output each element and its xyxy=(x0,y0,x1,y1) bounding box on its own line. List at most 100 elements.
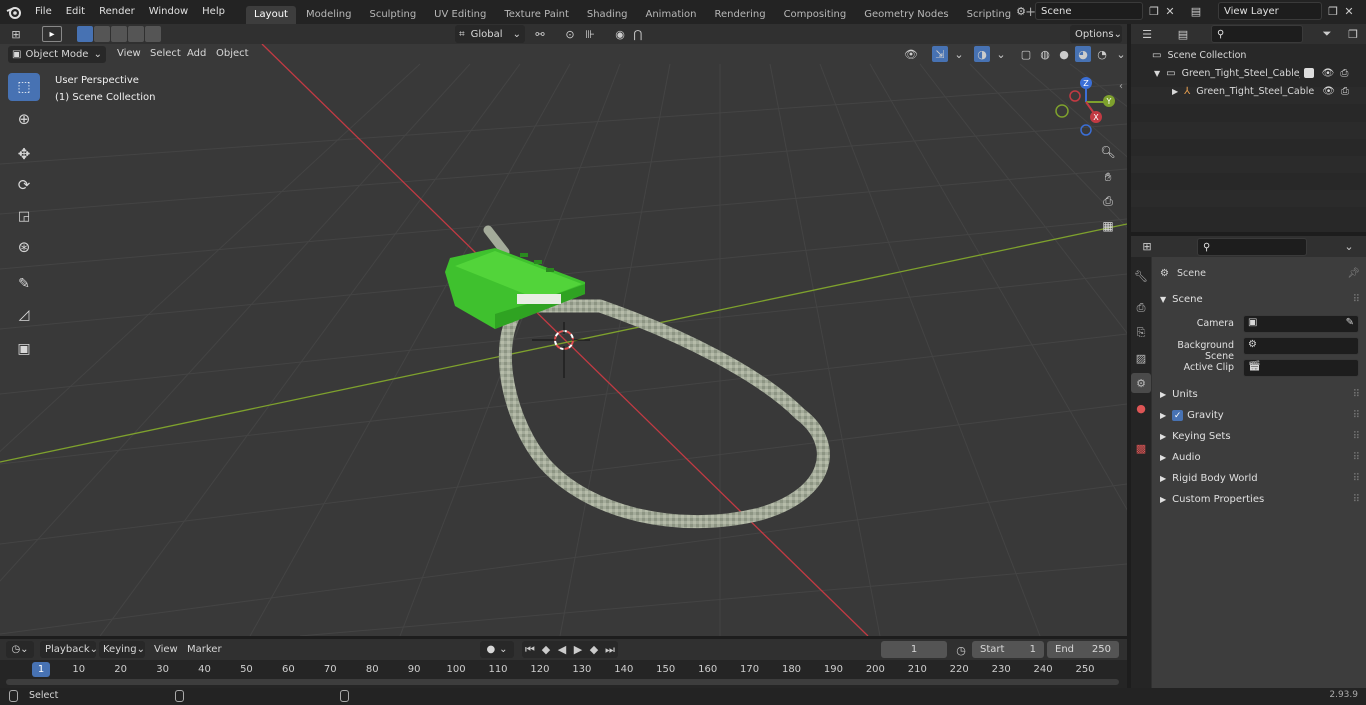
falloff-icon[interactable]: ⋂ xyxy=(630,26,646,42)
sidebar-toggle-icon[interactable]: ‹ xyxy=(1119,81,1123,92)
drag-handle-icon[interactable]: ⠿ xyxy=(1353,410,1360,421)
section-audio[interactable]: ▶ Audio ⠿ xyxy=(1152,447,1366,468)
tool-settings-tab-icon[interactable]: 🔧︎ xyxy=(1131,266,1151,286)
drag-handle-icon[interactable]: ⠿ xyxy=(1353,494,1360,505)
snap-target-icon[interactable]: ⊪ xyxy=(582,26,598,42)
stopwatch-icon[interactable]: ◷ xyxy=(953,642,969,658)
chevron-down-icon[interactable]: ⌄ xyxy=(1113,46,1129,62)
delete-scene-icon[interactable]: ✕ xyxy=(1162,3,1178,19)
pin-icon[interactable]: 📌︎ xyxy=(1347,268,1360,279)
section-keying-sets[interactable]: ▶ Keying Sets ⠿ xyxy=(1152,426,1366,447)
eyedropper-icon[interactable]: ✎ xyxy=(1346,317,1354,328)
tab-geometry-nodes[interactable]: Geometry Nodes xyxy=(856,6,956,24)
outliner-collection-row[interactable]: ▼ ▭ Green_Tight_Steel_Cable_Sea 👁︎ ⎙ xyxy=(1132,64,1366,82)
scene-tab-icon[interactable]: ⚙ xyxy=(1131,373,1151,393)
play-icon[interactable]: ▶ xyxy=(570,642,586,658)
scale-tool[interactable]: ◲ xyxy=(8,202,40,230)
select-tool-icon[interactable]: ▸ xyxy=(42,26,62,42)
expand-down-icon[interactable]: ▼ xyxy=(1154,69,1160,78)
gizmo-toggle-icon[interactable]: ⇲ xyxy=(932,46,948,62)
select-subtract-icon[interactable] xyxy=(111,26,127,42)
overlay-toggle-icon[interactable]: ◑ xyxy=(974,46,990,62)
transform-orientation-dropdown[interactable]: ⌗ Global ⌄ xyxy=(455,25,525,43)
properties-editor-icon[interactable]: ⊞ xyxy=(1139,238,1155,254)
menu-edit[interactable]: Edit xyxy=(59,0,92,24)
seal-body-mesh[interactable] xyxy=(445,248,585,329)
select-extend-icon[interactable] xyxy=(94,26,110,42)
view-layer-field[interactable]: View Layer xyxy=(1218,2,1322,20)
delete-view-layer-icon[interactable]: ✕ xyxy=(1341,3,1357,19)
outliner-scene-collection[interactable]: ▭ Scene Collection xyxy=(1132,46,1366,64)
timeline-editor-dropdown[interactable]: ◷ ⌄ xyxy=(6,641,34,658)
menu-window[interactable]: Window xyxy=(142,0,195,24)
tab-uv-editing[interactable]: UV Editing xyxy=(426,6,494,24)
view-layer-tab-icon[interactable]: ▨ xyxy=(1131,348,1151,368)
zoom-icon[interactable]: 🔍︎ xyxy=(1097,141,1119,163)
menu-select[interactable]: Select xyxy=(150,48,181,59)
auto-keying-button[interactable]: ● ⌄ xyxy=(480,641,514,658)
tab-rendering[interactable]: Rendering xyxy=(706,6,773,24)
outliner-search-input[interactable]: ⚲ xyxy=(1211,25,1303,43)
select-box-tool[interactable]: ⬚ xyxy=(8,73,40,101)
play-reverse-icon[interactable]: ◀ xyxy=(554,642,570,658)
camera-view-icon[interactable]: ⎙ xyxy=(1097,190,1119,212)
texture-tab-icon[interactable]: ▩ xyxy=(1131,438,1151,458)
camera-render-icon[interactable]: ⎙ xyxy=(1341,86,1349,97)
rotate-tool[interactable]: ⟳ xyxy=(8,171,40,199)
proportional-edit-icon[interactable]: ◉ xyxy=(612,26,628,42)
measure-tool[interactable]: ◿ xyxy=(8,301,40,329)
section-gravity[interactable]: ▶ ✓ Gravity ⠿ xyxy=(1152,405,1366,426)
rendered-shading-icon[interactable]: ◔ xyxy=(1094,46,1110,62)
world-tab-icon[interactable]: ● xyxy=(1131,398,1151,418)
new-collection-icon[interactable]: ❐ xyxy=(1345,26,1361,42)
material-shading-icon[interactable]: ◕ xyxy=(1075,46,1091,62)
wireframe-shading-icon[interactable]: ◍ xyxy=(1037,46,1053,62)
keying-dropdown[interactable]: Keying ⌄ xyxy=(99,641,145,658)
tab-shading[interactable]: Shading xyxy=(579,6,636,24)
marker-menu[interactable]: Marker xyxy=(187,644,222,655)
timeline-view-menu[interactable]: View xyxy=(154,644,178,655)
solid-shading-icon[interactable]: ● xyxy=(1056,46,1072,62)
scene-icon[interactable]: ⚙ xyxy=(1013,3,1029,19)
eye-icon[interactable]: 👁︎ xyxy=(1322,86,1335,97)
drag-handle-icon[interactable]: ⠿ xyxy=(1353,473,1360,484)
eye-icon[interactable]: 👁︎ xyxy=(1322,68,1335,79)
jump-end-icon[interactable]: ⏭ xyxy=(602,642,618,658)
section-scene[interactable]: ▼ Scene ⠿ xyxy=(1152,289,1366,310)
end-frame-field[interactable]: End 250 xyxy=(1047,641,1119,658)
current-frame-field[interactable]: 1 xyxy=(881,641,947,658)
next-keyframe-icon[interactable]: ◆ xyxy=(586,642,602,658)
tab-modeling[interactable]: Modeling xyxy=(298,6,360,24)
outliner-object-row[interactable]: ▶ ⅄ Green_Tight_Steel_Cable 👁︎ ⎙ xyxy=(1132,82,1366,100)
chevron-down-icon[interactable]: ⌄ xyxy=(993,46,1009,62)
properties-search-input[interactable]: ⚲ xyxy=(1197,238,1307,256)
tab-sculpting[interactable]: Sculpting xyxy=(361,6,424,24)
drag-handle-icon[interactable]: ⠿ xyxy=(1353,431,1360,442)
menu-object[interactable]: Object xyxy=(216,48,249,59)
menu-help[interactable]: Help xyxy=(195,0,232,24)
xray-icon[interactable]: ▢ xyxy=(1018,46,1034,62)
timeline-scrollbar[interactable] xyxy=(6,679,1119,685)
view-layer-icon[interactable]: ▤ xyxy=(1188,3,1204,19)
menu-view[interactable]: View xyxy=(117,48,141,59)
background-scene-field[interactable]: ⚙ xyxy=(1243,337,1359,355)
3d-viewport[interactable]: User Perspective (1) Scene Collection ⬚ … xyxy=(0,44,1127,636)
annotate-tool[interactable]: ✎ xyxy=(8,270,40,298)
add-cube-tool[interactable]: ▣ xyxy=(8,335,40,363)
tab-compositing[interactable]: Compositing xyxy=(776,6,855,24)
navigation-gizmo[interactable]: Z Y X xyxy=(1052,74,1122,136)
playback-dropdown[interactable]: Playback ⌄ xyxy=(40,641,98,658)
camera-field[interactable]: ▣ ✎ xyxy=(1243,315,1359,333)
pan-hand-icon[interactable]: ✋︎ xyxy=(1097,166,1119,188)
snap-icon[interactable]: ⊙ xyxy=(562,26,578,42)
section-custom-properties[interactable]: ▶ Custom Properties ⠿ xyxy=(1152,489,1366,510)
filter-icon[interactable]: ⏷ xyxy=(1319,26,1335,42)
editor-type-icon[interactable]: ⊞ xyxy=(8,26,24,42)
select-new-icon[interactable] xyxy=(77,26,93,42)
tab-texture-paint[interactable]: Texture Paint xyxy=(496,6,577,24)
camera-render-icon[interactable]: ⎙ xyxy=(1340,68,1348,79)
checkbox-icon[interactable] xyxy=(1303,68,1314,78)
tab-animation[interactable]: Animation xyxy=(638,6,705,24)
drag-handle-icon[interactable]: ⠿ xyxy=(1353,294,1360,305)
output-tab-icon[interactable]: ⎘ xyxy=(1131,323,1151,343)
